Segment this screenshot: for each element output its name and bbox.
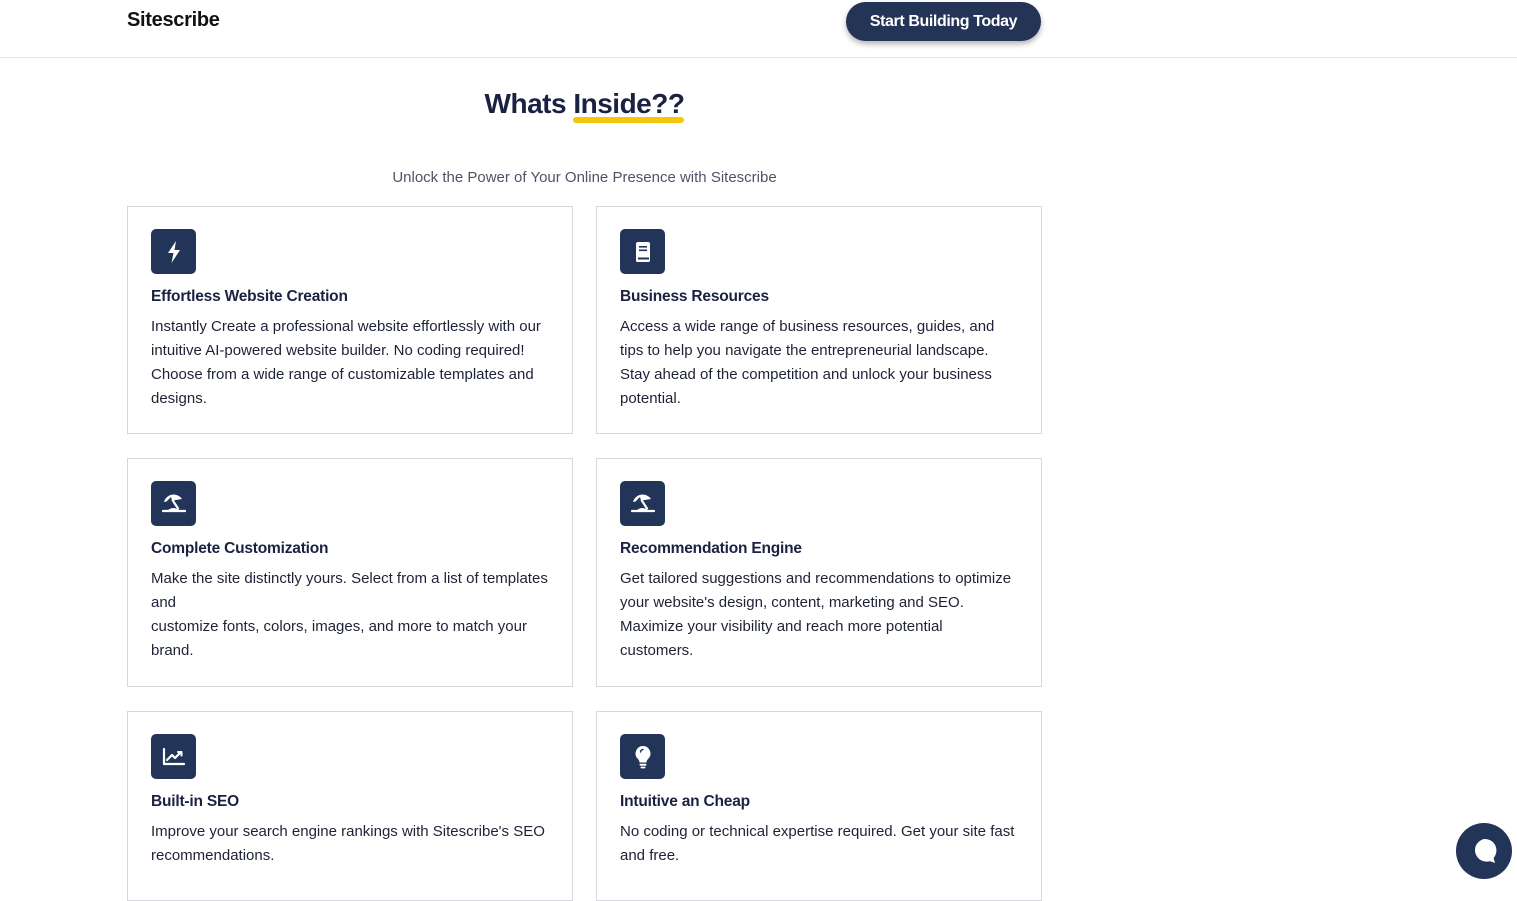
line-chart-icon <box>151 734 196 779</box>
feature-title: Recommendation Engine <box>620 540 802 557</box>
feature-title: Intuitive an Cheap <box>620 793 750 810</box>
feature-description: Get tailored suggestions and recommendat… <box>620 570 1012 659</box>
feature-description-line: customize fonts, colors, images, and mor… <box>151 618 527 659</box>
umbrella-beach-icon <box>151 481 196 526</box>
section-title: Whats Inside?? <box>127 88 1042 123</box>
brand-logo[interactable]: Sitescribe <box>127 9 220 32</box>
chat-bubble-icon <box>1474 838 1497 863</box>
chat-widget-button[interactable] <box>1456 823 1512 879</box>
section-subtitle: Unlock the Power of Your Online Presence… <box>392 169 777 186</box>
feature-card-intuitive-an-cheap: Intuitive an Cheap No coding or technica… <box>596 711 1042 901</box>
feature-description: Improve your search engine rankings with… <box>151 823 545 864</box>
feature-title: Complete Customization <box>151 540 329 557</box>
lightning-icon <box>151 229 196 274</box>
start-building-button[interactable]: Start Building Today <box>846 2 1041 41</box>
feature-description-line: Make the site distinctly yours. Select f… <box>151 570 548 611</box>
feature-card-business-resources: Business Resources Access a wide range o… <box>596 206 1042 434</box>
feature-card-built-in-seo: Built-in SEO Improve your search engine … <box>127 711 573 901</box>
feature-description: Make the site distinctly yours. Select f… <box>151 567 551 663</box>
section-title-highlight: Inside?? <box>573 88 685 123</box>
feature-card-complete-customization: Complete Customization Make the site dis… <box>127 458 573 687</box>
feature-title: Effortless Website Creation <box>151 288 348 305</box>
site-header: Sitescribe Start Building Today <box>0 0 1517 58</box>
feature-title: Built-in SEO <box>151 793 240 810</box>
umbrella-beach-icon <box>620 481 665 526</box>
book-icon <box>620 229 665 274</box>
feature-title: Business Resources <box>620 288 769 305</box>
feature-card-recommendation-engine: Recommendation Engine Get tailored sugge… <box>596 458 1042 687</box>
feature-description: Access a wide range of business resource… <box>620 318 995 407</box>
feature-card-effortless-website-creation: Effortless Website Creation Instantly Cr… <box>127 206 573 434</box>
feature-description: Instantly Create a professional website … <box>151 318 541 407</box>
section-title-prefix: Whats <box>484 88 574 119</box>
lightbulb-icon <box>620 734 665 779</box>
feature-description: No coding or technical expertise require… <box>620 823 1015 864</box>
